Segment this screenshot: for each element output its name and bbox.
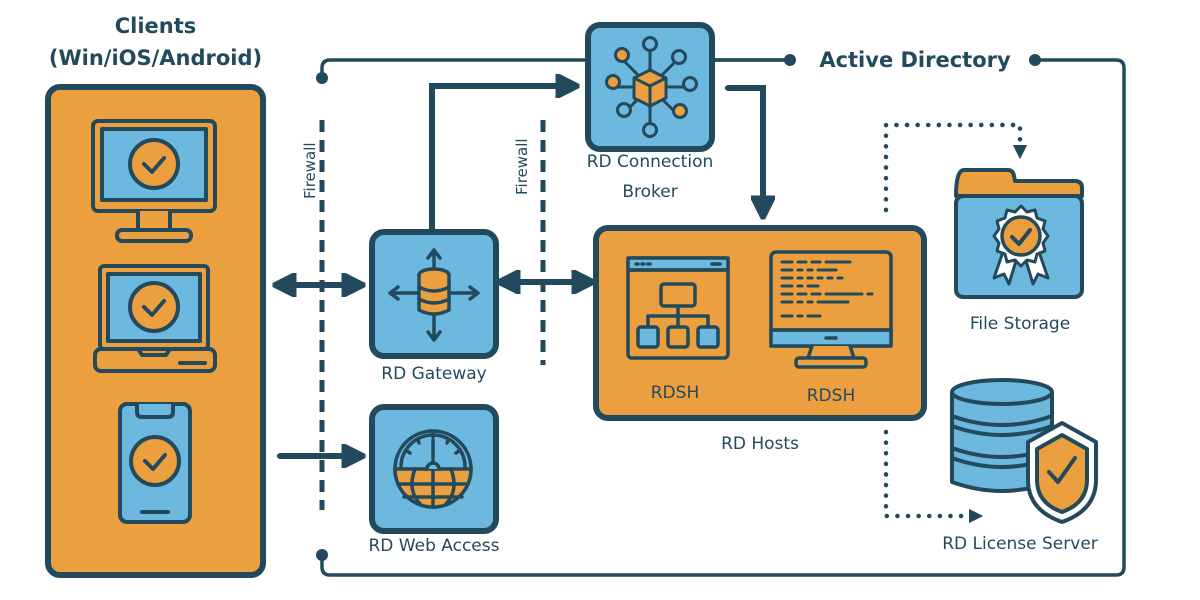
- gateway-label: RD Gateway: [381, 364, 487, 384]
- clients-title: Clients: [114, 14, 197, 38]
- frame-dot: [316, 549, 328, 561]
- frame-dot: [1029, 54, 1041, 66]
- web-access-label: RD Web Access: [368, 536, 500, 556]
- broker-label-line1: RD Connection: [586, 152, 714, 172]
- license-server-database-shield-icon: [950, 378, 1098, 524]
- rdsh-label-1: RDSH: [650, 383, 700, 403]
- rdsh-org-chart-icon: [626, 256, 730, 360]
- license-server-label: RD License Server: [942, 534, 1098, 554]
- diagram-canvas: [45, 22, 1126, 578]
- file-storage-label: File Storage: [969, 314, 1071, 334]
- active-directory-label: Active Directory: [819, 48, 1011, 72]
- web-access-globe-gauge-icon: [393, 429, 473, 509]
- broker-label-line2: Broker: [622, 182, 678, 202]
- firewall-label-2: Firewall: [513, 138, 531, 195]
- smartphone-icon: [118, 402, 192, 524]
- rdsh-label-2: RDSH: [806, 386, 856, 406]
- clients-subtitle: (Win/iOS/Android): [48, 46, 263, 70]
- gateway-broker-arrow: [429, 86, 570, 232]
- frame-dot: [316, 72, 328, 84]
- hosts-label: RD Hosts: [721, 434, 799, 454]
- laptop-icon: [93, 264, 217, 373]
- file-storage-folder-icon: [954, 168, 1084, 299]
- firewall-label-1: Firewall: [301, 142, 319, 199]
